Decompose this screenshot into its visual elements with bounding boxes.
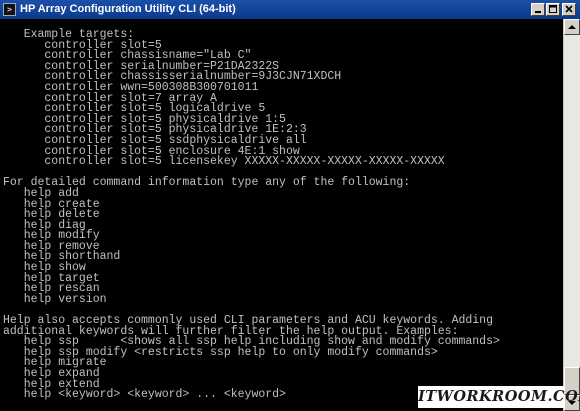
console-output-area[interactable]: Example targets: controller slot=5 contr… bbox=[0, 19, 563, 411]
console-window: > HP Array Configuration Utility CLI (64… bbox=[0, 0, 580, 411]
console-line: controller slot=5 licensekey XXXXX-XXXXX… bbox=[3, 155, 445, 169]
arrow-up-icon bbox=[568, 25, 576, 29]
close-icon bbox=[565, 5, 573, 13]
minimize-icon bbox=[535, 11, 541, 13]
window-title: HP Array Configuration Utility CLI (64-b… bbox=[20, 3, 236, 15]
close-button[interactable] bbox=[562, 3, 576, 16]
maximize-button[interactable] bbox=[546, 3, 560, 16]
console-app-icon[interactable]: > bbox=[3, 3, 16, 16]
watermark-logo: ITWORKROOM.COM bbox=[418, 386, 580, 408]
scroll-up-button[interactable] bbox=[564, 19, 580, 35]
minimize-button[interactable] bbox=[531, 3, 545, 16]
title-bar[interactable]: > HP Array Configuration Utility CLI (64… bbox=[0, 0, 580, 19]
maximize-icon bbox=[549, 5, 557, 13]
console-line: help version bbox=[3, 292, 107, 306]
vertical-scrollbar[interactable] bbox=[563, 19, 580, 411]
console-output: Example targets: controller slot=5 contr… bbox=[3, 29, 500, 401]
